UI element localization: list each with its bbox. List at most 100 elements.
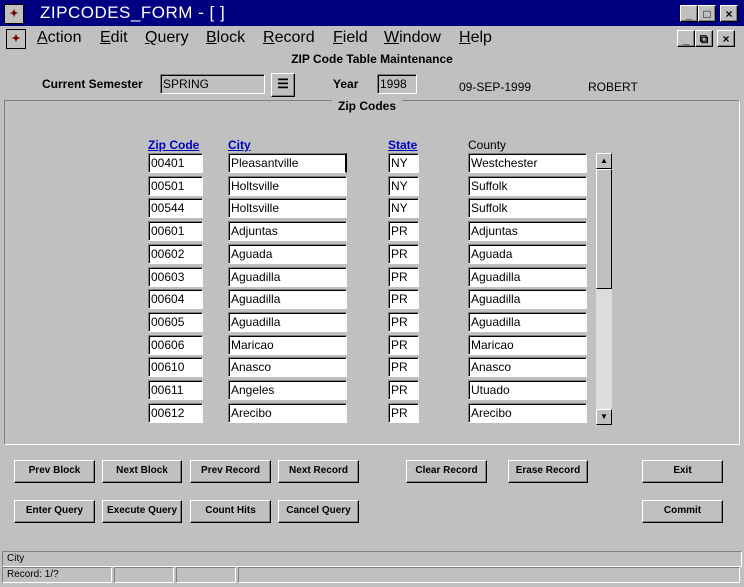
status-cell-3 [238,567,740,583]
city-field[interactable]: Angeles [228,380,347,400]
city-field[interactable]: Anasco [228,357,347,377]
semester-label: Current Semester [42,77,143,91]
state-field[interactable]: PR [388,289,419,309]
state-field[interactable]: PR [388,244,419,264]
city-field[interactable]: Holtsville [228,198,347,218]
next-record-button[interactable]: Next Record [278,460,359,483]
city-field[interactable]: Maricao [228,335,347,355]
county-field[interactable]: Aguadilla [468,312,587,332]
menu-bar: ✦ Action Edit Query Block Record Field W… [0,27,744,49]
city-field[interactable]: Pleasantville [228,153,347,173]
county-field[interactable]: Aguadilla [468,267,587,287]
enter-query-button[interactable]: Enter Query [14,500,95,523]
menu-edit[interactable]: Edit [100,29,128,47]
cancel-query-button[interactable]: Cancel Query [278,500,359,523]
commit-button[interactable]: Commit [642,500,723,523]
zip-code-header: Zip Code [148,138,200,152]
city-field[interactable]: Aguadilla [228,312,347,332]
status-cell-1 [114,567,174,583]
status-record: Record: 1/? [2,567,112,583]
title-bar: ✦ ZIPCODES_FORM - [ ] _ □ × [0,0,744,26]
inner-minimize-button[interactable]: _ [677,30,695,47]
state-field[interactable]: PR [388,335,419,355]
menu-record[interactable]: Record [263,29,315,47]
county-field[interactable]: Suffolk [468,176,587,196]
menu-query[interactable]: Query [145,29,189,47]
zip-code-field[interactable]: 00605 [148,312,203,332]
semester-field[interactable]: SPRING [160,74,265,94]
document-icon[interactable]: ✦ [6,29,26,49]
city-field[interactable]: Aguada [228,244,347,264]
county-field[interactable]: Suffolk [468,198,587,218]
county-field[interactable]: Maricao [468,335,587,355]
list-icon[interactable]: ☰ [271,73,295,97]
prev-record-button[interactable]: Prev Record [190,460,271,483]
scroll-up-icon[interactable]: ▲ [596,153,612,169]
county-field[interactable]: Aguadilla [468,289,587,309]
state-field[interactable]: NY [388,176,419,196]
city-field[interactable]: Adjuntas [228,221,347,241]
menu-action[interactable]: Action [37,29,81,47]
menu-window[interactable]: Window [384,29,441,47]
county-field[interactable]: Arecibo [468,403,587,423]
state-field[interactable]: PR [388,267,419,287]
execute-query-button[interactable]: Execute Query [102,500,182,523]
zip-codes-block [4,100,740,445]
county-field[interactable]: Aguada [468,244,587,264]
menu-help[interactable]: Help [459,29,492,47]
scroll-thumb[interactable] [596,169,612,289]
erase-record-button[interactable]: Erase Record [508,460,588,483]
form-title: ZIP Code Table Maintenance [291,52,453,66]
next-block-button[interactable]: Next Block [102,460,182,483]
state-field[interactable]: PR [388,380,419,400]
state-field[interactable]: NY [388,153,419,173]
zip-code-field[interactable]: 00401 [148,153,203,173]
status-hint: City [2,551,742,567]
maximize-button[interactable]: □ [698,5,716,22]
zip-code-field[interactable]: 00610 [148,357,203,377]
year-label: Year [333,77,359,91]
city-field[interactable]: Aguadilla [228,267,347,287]
zip-code-field[interactable]: 00604 [148,289,203,309]
zip-code-field[interactable]: 00606 [148,335,203,355]
zip-code-field[interactable]: 00544 [148,198,203,218]
zip-code-field[interactable]: 00501 [148,176,203,196]
inner-close-button[interactable]: × [717,30,735,47]
inner-restore-button[interactable]: ⧉ [695,30,713,47]
zip-code-field[interactable]: 00603 [148,267,203,287]
close-button[interactable]: × [720,5,738,22]
zip-code-field[interactable]: 00602 [148,244,203,264]
status-cell-2 [176,567,236,583]
state-field[interactable]: PR [388,221,419,241]
minimize-button[interactable]: _ [680,5,698,22]
city-header: City [228,138,251,152]
county-field[interactable]: Westchester [468,153,587,173]
window-title: ZIPCODES_FORM - [ ] [40,3,226,22]
zip-code-field[interactable]: 00612 [148,403,203,423]
county-header: County [468,138,507,152]
menu-field[interactable]: Field [333,29,368,47]
scroll-down-icon[interactable]: ▼ [596,409,612,425]
state-field[interactable]: PR [388,357,419,377]
zip-code-field[interactable]: 00611 [148,380,203,400]
state-field[interactable]: NY [388,198,419,218]
exit-button[interactable]: Exit [642,460,723,483]
county-field[interactable]: Utuado [468,380,587,400]
city-field[interactable]: Aguadilla [228,289,347,309]
oracle-forms-icon[interactable]: ✦ [4,4,24,24]
prev-block-button[interactable]: Prev Block [14,460,95,483]
county-field[interactable]: Adjuntas [468,221,587,241]
county-field[interactable]: Anasco [468,357,587,377]
year-field[interactable]: 1998 [377,74,417,94]
current-date: 09-SEP-1999 [459,80,532,94]
vertical-scrollbar[interactable]: ▲ ▼ [596,153,612,425]
city-field[interactable]: Holtsville [228,176,347,196]
menu-block[interactable]: Block [206,29,245,47]
city-field[interactable]: Arecibo [228,403,347,423]
state-field[interactable]: PR [388,403,419,423]
zip-code-field[interactable]: 00601 [148,221,203,241]
state-field[interactable]: PR [388,312,419,332]
state-header: State [388,138,418,152]
count-hits-button[interactable]: Count Hits [190,500,271,523]
clear-record-button[interactable]: Clear Record [406,460,487,483]
